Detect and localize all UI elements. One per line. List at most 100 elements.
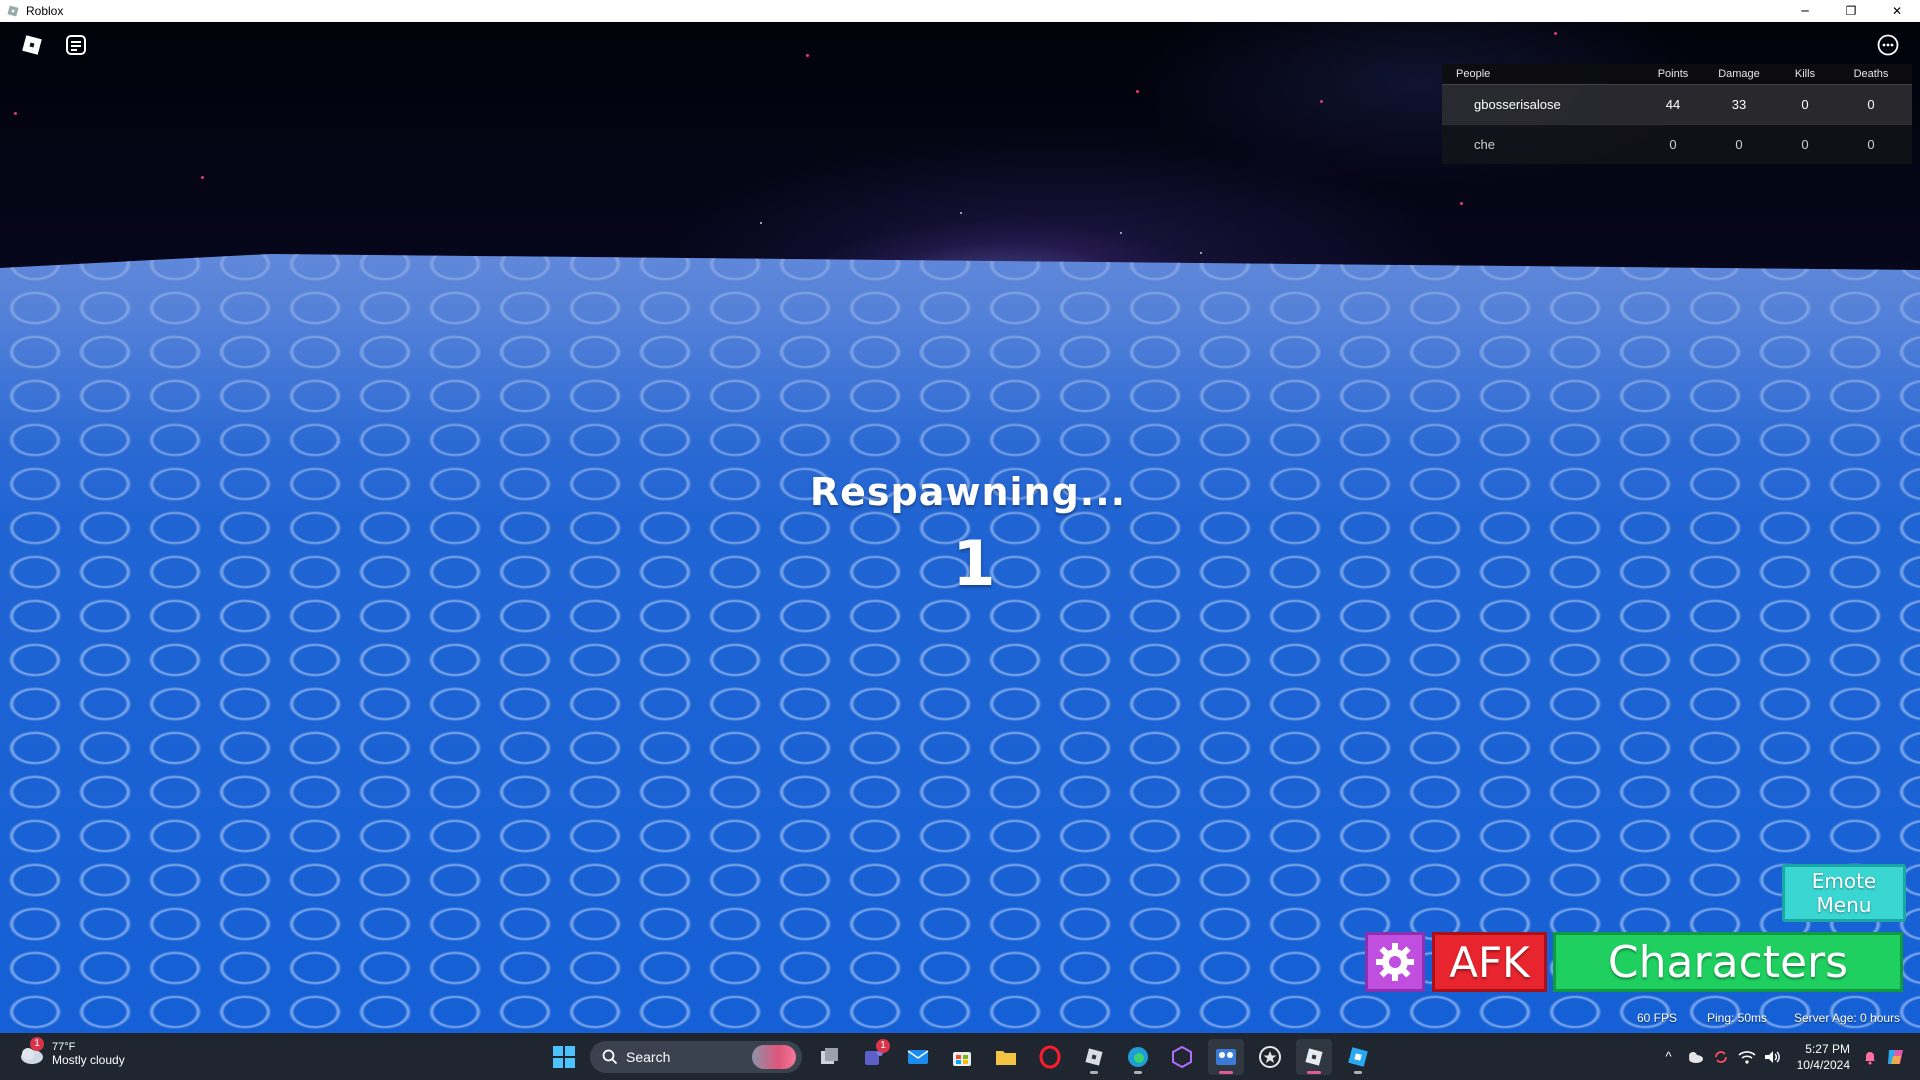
star — [14, 112, 17, 115]
more-options-button[interactable] — [1874, 31, 1902, 59]
edge-app[interactable] — [1120, 1039, 1156, 1075]
leaderboard-row[interactable]: gbosserisalose 44 33 0 0 — [1442, 84, 1912, 124]
badge-app[interactable] — [1252, 1039, 1288, 1075]
mail-app[interactable] — [900, 1039, 936, 1075]
roblox-menu-button[interactable] — [18, 31, 46, 59]
teams-badge: 1 — [876, 1039, 890, 1053]
player-deaths: 0 — [1867, 137, 1875, 152]
chevron-up-icon[interactable]: ^ — [1657, 1045, 1681, 1069]
star — [1554, 32, 1557, 35]
chat-button[interactable] — [62, 31, 90, 59]
weather-temperature: 77°F — [52, 1041, 76, 1053]
star — [960, 212, 962, 214]
taskbar-clock[interactable]: 5:27 PM 10/4/2024 — [1797, 1041, 1850, 1073]
volume-icon[interactable] — [1761, 1045, 1785, 1069]
chat-icon — [66, 35, 86, 55]
roblox-studio-icon — [1348, 1047, 1368, 1067]
task-view-icon — [821, 1048, 838, 1064]
cloud-icon: 1 — [16, 1037, 46, 1069]
roblox-app-icon — [6, 4, 20, 18]
star — [1136, 90, 1139, 93]
player-points: 0 — [1669, 137, 1677, 152]
task-view-button[interactable] — [812, 1039, 848, 1075]
header-kills[interactable]: Kills — [1772, 68, 1838, 80]
copilot-icon[interactable] — [1884, 1045, 1908, 1069]
ping-readout: Ping: 50ms — [1707, 1011, 1768, 1025]
roblox-studio-app[interactable] — [1076, 1039, 1112, 1075]
system-tray: ^ 5:27 PM 10/4/2024 — [1657, 1033, 1920, 1080]
emote-label-line2: Menu — [1816, 893, 1872, 917]
roblox-logo-icon — [22, 35, 42, 55]
header-damage[interactable]: Damage — [1706, 68, 1772, 80]
emote-label-line1: Emote — [1811, 869, 1877, 893]
player-damage: 0 — [1735, 137, 1743, 152]
taskbar-pinned-apps: Search 1 — [546, 1039, 1384, 1075]
player-leaderboard: People Points Damage Kills Deaths gbosse… — [1442, 64, 1912, 164]
folder-icon — [996, 1051, 1016, 1065]
emote-menu-button[interactable]: Emote Menu — [1782, 864, 1906, 922]
taskbar-search-box[interactable]: Search — [590, 1041, 802, 1073]
characters-button[interactable]: Characters — [1553, 932, 1903, 992]
restore-button[interactable]: ❐ — [1828, 0, 1874, 22]
notification-bell-icon[interactable] — [1858, 1045, 1882, 1069]
store-icon — [953, 1052, 971, 1066]
wifi-icon[interactable] — [1735, 1045, 1759, 1069]
respawn-countdown: 1 — [952, 527, 996, 600]
star — [1120, 232, 1122, 234]
star — [201, 176, 204, 179]
weather-condition: Mostly cloudy — [52, 1053, 125, 1067]
star — [760, 222, 762, 224]
file-explorer-app[interactable] — [988, 1039, 1024, 1075]
player-deaths: 0 — [1867, 97, 1875, 112]
header-people[interactable]: People — [1442, 68, 1640, 80]
respawn-label: Respawning... — [809, 470, 1127, 514]
star — [1320, 100, 1323, 103]
player-damage: 33 — [1731, 97, 1747, 112]
teams-app[interactable]: 1 — [856, 1039, 892, 1075]
game-viewport[interactable]: People Points Damage Kills Deaths gbosse… — [0, 22, 1920, 1033]
header-points[interactable]: Points — [1640, 68, 1706, 80]
fps-counter: 60 FPS — [1637, 1011, 1678, 1025]
weather-widget[interactable]: 1 77°F Mostly cloudy — [16, 1037, 125, 1069]
running-indicator — [1354, 1071, 1362, 1074]
onedrive-icon[interactable] — [1683, 1045, 1707, 1069]
roblox-player-app[interactable] — [1296, 1039, 1332, 1075]
settings-button[interactable] — [1365, 932, 1425, 992]
clock-date: 10/4/2024 — [1796, 1057, 1850, 1072]
close-button[interactable]: ✕ — [1874, 0, 1920, 22]
roblox-icon — [1305, 1048, 1323, 1066]
people-image-icon — [1216, 1049, 1236, 1065]
sync-icon[interactable] — [1709, 1045, 1733, 1069]
star — [806, 54, 809, 57]
afk-button[interactable]: AFK — [1432, 932, 1547, 992]
weather-badge: 1 — [30, 1037, 44, 1051]
server-age-readout: Server Age: 0 hours — [1794, 1011, 1901, 1025]
search-icon — [602, 1049, 618, 1065]
ellipsis-icon — [1877, 34, 1899, 56]
running-indicator — [1219, 1071, 1233, 1074]
windows-logo-icon — [553, 1046, 575, 1068]
running-indicator — [1307, 1071, 1321, 1074]
minimize-button[interactable]: ─ — [1782, 0, 1828, 22]
header-deaths[interactable]: Deaths — [1838, 68, 1904, 80]
mail-icon — [907, 1050, 929, 1064]
search-placeholder: Search — [626, 1049, 671, 1065]
windows-taskbar: 1 77°F Mostly cloudy Search 1 ^ 5:27 PM … — [0, 1033, 1920, 1080]
player-kills: 0 — [1801, 137, 1809, 152]
window-title: Roblox — [26, 4, 64, 18]
clock-time: 5:27 PM — [1805, 1041, 1850, 1056]
opera-app[interactable] — [1032, 1039, 1068, 1075]
leaderboard-row[interactable]: che 0 0 0 0 — [1442, 124, 1912, 164]
star — [1460, 202, 1463, 205]
player-kills: 0 — [1801, 97, 1809, 112]
star-badge-icon — [1259, 1046, 1281, 1068]
search-highlight-image — [752, 1045, 796, 1069]
player-points: 44 — [1665, 97, 1681, 112]
store-app[interactable] — [944, 1039, 980, 1075]
start-button[interactable] — [546, 1039, 582, 1075]
edge-icon — [1128, 1047, 1148, 1067]
running-indicator — [1134, 1071, 1142, 1074]
paint-app[interactable] — [1208, 1039, 1244, 1075]
roblox-studio-blue-app[interactable] — [1340, 1039, 1376, 1075]
rox-app[interactable] — [1164, 1039, 1200, 1075]
